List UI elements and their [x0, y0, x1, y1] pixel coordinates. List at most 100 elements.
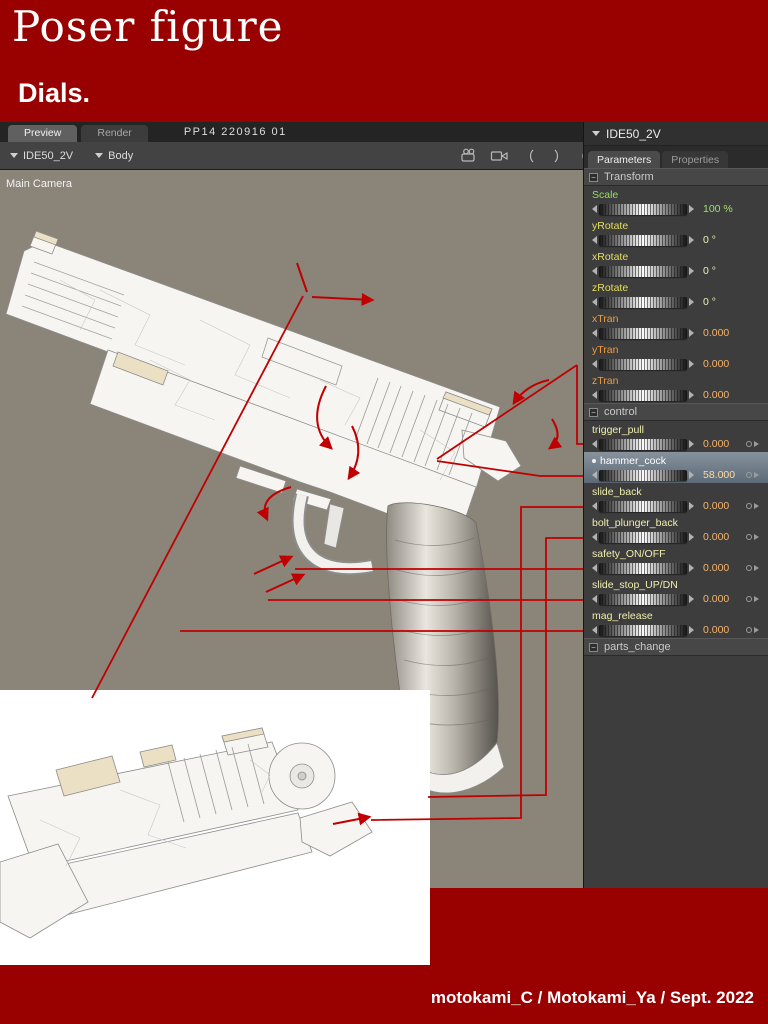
keyframe-icons: [746, 503, 764, 509]
dial-increment-icon[interactable]: [689, 267, 694, 275]
dial-decrement-icon[interactable]: [592, 564, 597, 572]
param-label: yRotate: [592, 219, 764, 232]
param-dial[interactable]: [599, 531, 687, 543]
param-row-xtran: xTran 0.000: [584, 310, 768, 341]
param-dial[interactable]: [599, 265, 687, 277]
param-dial[interactable]: [599, 203, 687, 215]
param-value[interactable]: 0.000: [696, 562, 744, 574]
param-dial[interactable]: [599, 562, 687, 574]
param-value[interactable]: 0.000: [696, 531, 744, 543]
keyframe-icon[interactable]: [746, 441, 752, 447]
next-key-icon[interactable]: [754, 472, 759, 478]
dial-increment-icon[interactable]: [689, 360, 694, 368]
dial-increment-icon[interactable]: [689, 626, 694, 634]
collapse-icon[interactable]: −: [589, 642, 598, 652]
dial-decrement-icon[interactable]: [592, 533, 597, 541]
dial-increment-icon[interactable]: [689, 298, 694, 306]
param-dial[interactable]: [599, 327, 687, 339]
collapse-icon[interactable]: −: [589, 172, 598, 182]
param-label: yTran: [592, 343, 764, 356]
collapse-icon[interactable]: −: [589, 407, 598, 417]
palette-tab-properties[interactable]: Properties: [662, 151, 729, 168]
param-dial[interactable]: [599, 389, 687, 401]
orbit-right-icon[interactable]: [548, 147, 570, 164]
palette-title: IDE50_2V: [606, 126, 661, 141]
dial-line: 0.000: [592, 325, 764, 341]
param-value[interactable]: 0.000: [696, 624, 744, 636]
dial-increment-icon[interactable]: [689, 533, 694, 541]
section-header-transform[interactable]: − Transform: [584, 168, 768, 186]
section-header-control[interactable]: − control: [584, 403, 768, 421]
dial-decrement-icon[interactable]: [592, 502, 597, 510]
param-label-text: slide_back: [592, 485, 642, 498]
param-dial[interactable]: [599, 296, 687, 308]
param-value[interactable]: 58.000: [696, 469, 744, 481]
param-value[interactable]: 0 °: [696, 265, 744, 277]
dial-decrement-icon[interactable]: [592, 440, 597, 448]
keyframe-icon[interactable]: [746, 627, 752, 633]
param-value[interactable]: 0.000: [696, 500, 744, 512]
next-key-icon[interactable]: [754, 627, 759, 633]
dial-increment-icon[interactable]: [689, 205, 694, 213]
keyframe-icons: [746, 627, 764, 633]
dial-decrement-icon[interactable]: [592, 471, 597, 479]
body-part-dropdown[interactable]: Body: [95, 150, 133, 162]
keyframe-icon[interactable]: [746, 596, 752, 602]
dial-decrement-icon[interactable]: [592, 391, 597, 399]
param-value[interactable]: 0.000: [696, 389, 744, 401]
film-camera-icon[interactable]: [458, 147, 480, 164]
dial-increment-icon[interactable]: [689, 564, 694, 572]
param-value[interactable]: 0.000: [696, 438, 744, 450]
param-value[interactable]: 0.000: [696, 358, 744, 370]
next-key-icon[interactable]: [754, 441, 759, 447]
param-value[interactable]: 0.000: [696, 593, 744, 605]
param-value[interactable]: 0.000: [696, 327, 744, 339]
doc-tab-preview[interactable]: Preview: [8, 125, 78, 142]
dial-decrement-icon[interactable]: [592, 267, 597, 275]
next-key-icon[interactable]: [754, 534, 759, 540]
dial-decrement-icon[interactable]: [592, 329, 597, 337]
dial-decrement-icon[interactable]: [592, 626, 597, 634]
keyframe-icon[interactable]: [746, 503, 752, 509]
keyframe-icon[interactable]: [746, 565, 752, 571]
section-header-parts_change[interactable]: − parts_change: [584, 638, 768, 656]
param-dial[interactable]: [599, 593, 687, 605]
param-value[interactable]: 100 %: [696, 203, 744, 215]
figure-dropdown[interactable]: IDE50_2V: [10, 150, 73, 162]
dial-increment-icon[interactable]: [689, 471, 694, 479]
param-dial[interactable]: [599, 234, 687, 246]
palette-title-bar[interactable]: IDE50_2V: [584, 122, 768, 146]
keyframe-icon[interactable]: [746, 472, 752, 478]
param-dial[interactable]: [599, 469, 687, 481]
dial-increment-icon[interactable]: [689, 595, 694, 603]
param-dial[interactable]: [599, 358, 687, 370]
param-row-ztran: zTran 0.000: [584, 372, 768, 403]
orbit-left-icon[interactable]: [518, 147, 540, 164]
palette-tab-parameters[interactable]: Parameters: [588, 151, 661, 168]
next-key-icon[interactable]: [754, 503, 759, 509]
document-name-field[interactable]: PP14 220916 01: [174, 125, 297, 139]
keyframe-icon[interactable]: [746, 534, 752, 540]
video-camera-icon[interactable]: [488, 147, 510, 164]
dial-decrement-icon[interactable]: [592, 298, 597, 306]
dial-increment-icon[interactable]: [689, 236, 694, 244]
dial-increment-icon[interactable]: [689, 502, 694, 510]
next-key-icon[interactable]: [754, 565, 759, 571]
param-dial[interactable]: [599, 438, 687, 450]
dial-decrement-icon[interactable]: [592, 595, 597, 603]
next-key-icon[interactable]: [754, 596, 759, 602]
dial-decrement-icon[interactable]: [592, 205, 597, 213]
dial-decrement-icon[interactable]: [592, 236, 597, 244]
gun-closeup-wireframe: [0, 727, 373, 939]
doc-tab-render[interactable]: Render: [81, 125, 148, 142]
param-label: zTran: [592, 374, 764, 387]
param-dial[interactable]: [599, 624, 687, 636]
dial-increment-icon[interactable]: [689, 440, 694, 448]
param-value[interactable]: 0 °: [696, 296, 744, 308]
dial-increment-icon[interactable]: [689, 329, 694, 337]
dial-decrement-icon[interactable]: [592, 360, 597, 368]
param-value[interactable]: 0 °: [696, 234, 744, 246]
dial-increment-icon[interactable]: [689, 391, 694, 399]
param-dial[interactable]: [599, 500, 687, 512]
param-label-text: trigger_pull: [592, 423, 644, 436]
